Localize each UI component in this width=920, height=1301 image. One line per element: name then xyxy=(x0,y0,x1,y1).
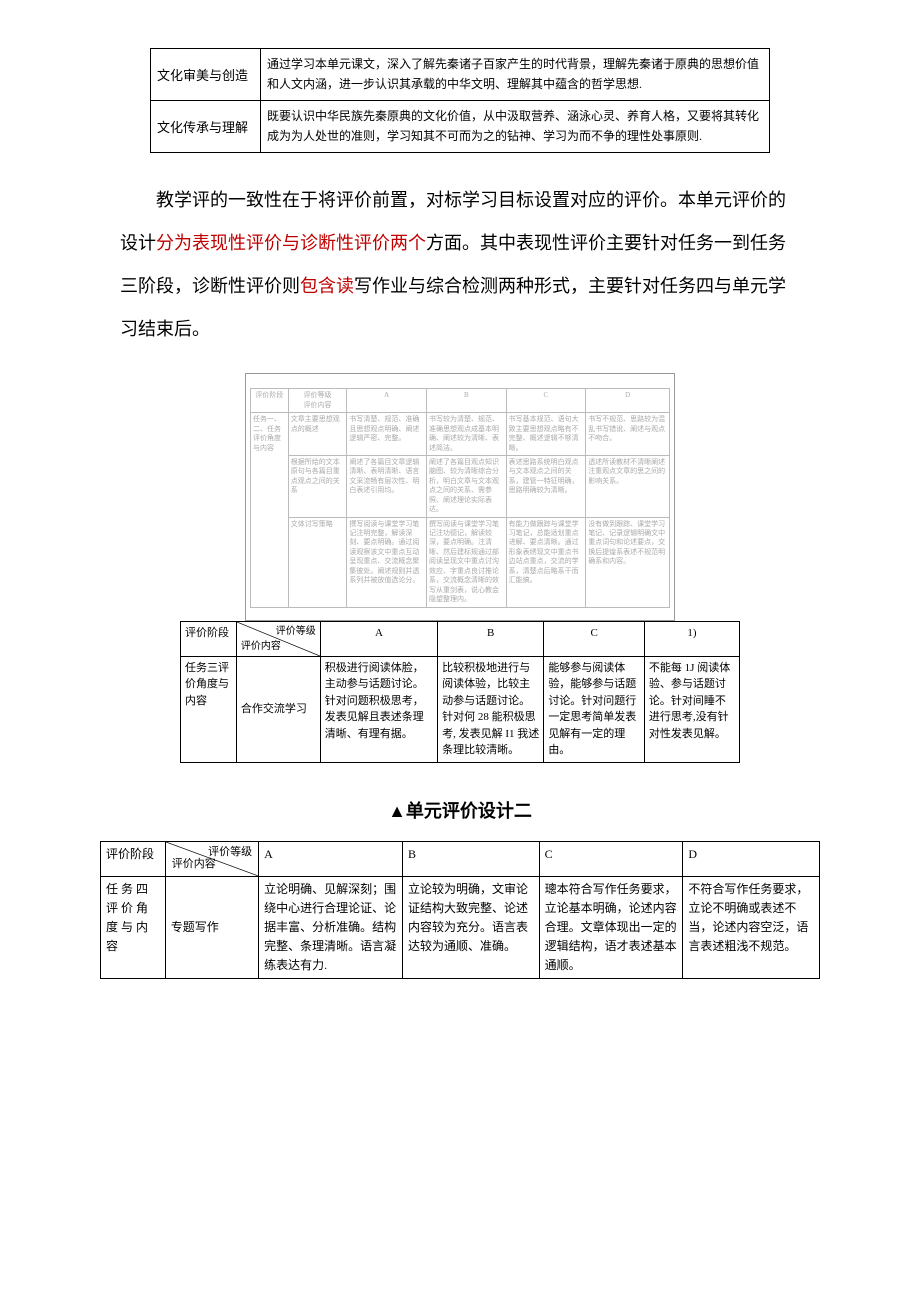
img-cell: 书写不规范、思路较为混乱书写错讹、阐述与观点不吻合。 xyxy=(586,413,670,456)
objective-label: 文化传承与理解 xyxy=(151,100,261,152)
section-heading: ▲单元评价设计二 xyxy=(80,797,840,823)
img-stage: 任务一、二、任务评价角度与内容 xyxy=(251,413,289,607)
hdr-d: 1) xyxy=(644,621,739,656)
task3-rubric-table: 评价阶段 评价等级 评价内容 A B C 1) 任务三评价角度与内容 合作交流学… xyxy=(180,621,740,763)
hdr-grade: 评价等级 xyxy=(276,624,316,639)
table-header-row: 评价阶段 评价等级 评价内容 A B C D xyxy=(101,841,820,876)
hdr-diagonal: 评价等级 评价内容 xyxy=(236,621,320,656)
table-row: 文化审美与创造 通过学习本单元课文，深入了解先秦诸子百家产生的时代背景，理解先秦… xyxy=(151,49,770,101)
img-cell: 有能力做跟踪与课堂学习笔记，总能适划重点进解、要点清晰。通过形象表绣现文中重点书… xyxy=(506,517,586,607)
img-cell: 书写清楚、规范、准确且思想观点明确、阐述逻辑严密、完整。 xyxy=(347,413,427,456)
hdr-content: 评价内容 xyxy=(172,856,216,874)
task4-rubric-table: 评价阶段 评价等级 评价内容 A B C D 任 务 四评 价 角度 与 内容 … xyxy=(100,841,820,980)
hdr-c: C xyxy=(544,621,645,656)
img-content: 文章主要思想观点的概述 xyxy=(288,413,347,456)
cell-stage: 任务三评价角度与内容 xyxy=(181,656,237,762)
table-row: 任 务 四评 价 角度 与 内容 专题写作 立论明确、见解深刻；围绕中心进行合理… xyxy=(101,876,820,979)
objective-desc: 通过学习本单元课文，深入了解先秦诸子百家产生的时代背景，理解先秦诸于原典的思想价… xyxy=(261,49,770,101)
img-cell: 表述思路系统明白观点与文本观点之间的关系，建管一特征明确，思路明确较为清晰。 xyxy=(506,455,586,517)
cell-d: 不符合写作任务要求，立论不明确或表述不当，论述内容空泛，语言表述粗浅不规范。 xyxy=(683,876,820,979)
objective-label: 文化审美与创造 xyxy=(151,49,261,101)
para-text: 写作业与综合 xyxy=(354,276,462,296)
objectives-table: 文化审美与创造 通过学习本单元课文，深入了解先秦诸子百家产生的时代背景，理解先秦… xyxy=(150,48,770,153)
cell-d: 不能每 1J 阅读体验、参与话题讨论。针对间睡不进行思考,没有针对性发表见解。 xyxy=(644,656,739,762)
img-cell: 阐述了各篇目观点知识脑图、较为清晰综合分析，明白文章与文本观点之间的关系、需参照… xyxy=(426,455,506,517)
cell-a: 积极进行阅读体脸，主动参与话题讨论。针对问题积极思考，发表见解且表述条理清晰、有… xyxy=(320,656,437,762)
cell-a: 立论明确、见解深刻；围绕中心进行合理论证、论据丰富、分析准确。结构完整、条理清晰… xyxy=(259,876,403,979)
cell-c: 能够参与阅读体验，能够参与话题讨论。针对问题行一定思考简单发表见解有一定的理由。 xyxy=(544,656,645,762)
img-content: 根据所给的文本原句与各篇目重点观点之间的关系 xyxy=(288,455,347,517)
rubric-image-upper: 评价阶段 评价等级评价内容 A B C D 任务一、二、任务评价角度与内容 文章… xyxy=(245,373,675,620)
img-content: 文体讨写策略 xyxy=(288,517,347,607)
cell-content: 专题写作 xyxy=(165,876,258,979)
hdr-c: C xyxy=(539,841,683,876)
cell-b: 立论较为明确，文审论证结构大致完整、论述内容较为充分。语言表达较为通顺、准确。 xyxy=(402,876,539,979)
img-cell: 透述所读教材不清晰阐述注重观点文章的思之间的影响关系。 xyxy=(586,455,670,517)
hdr-stage: 评价阶段 xyxy=(101,841,166,876)
img-hdr: 评价阶段 xyxy=(251,389,289,413)
para-text-highlight: 包含读 xyxy=(300,276,354,296)
hdr-d: D xyxy=(683,841,820,876)
hdr-a: A xyxy=(259,841,403,876)
img-hdr: B xyxy=(426,389,506,413)
img-hdr: 评价等级评价内容 xyxy=(288,389,347,413)
img-cell: 撰写阅读与课堂学习笔记注功德记，解读较深，要点明确。注清晰、然后建标规通过部阅读… xyxy=(426,517,506,607)
hdr-b: B xyxy=(402,841,539,876)
table-row: 任务三评价角度与内容 合作交流学习 积极进行阅读体脸，主动参与话题讨论。针对问题… xyxy=(181,656,740,762)
img-cell: 没有做到跟踪、课堂学习笔记、记录逻辑明确文中重点词句和论述要点，交换后提煌系表述… xyxy=(586,517,670,607)
img-hdr: A xyxy=(347,389,427,413)
hdr-content: 评价内容 xyxy=(241,639,281,654)
img-hdr: C xyxy=(506,389,586,413)
img-cell: 阐述了各篇目文章逻辑清晰、表明清晰、语言文采流畅有层次性、明白表述引用均。 xyxy=(347,455,427,517)
cell-c: 璁本符合写作任务要求，立论基本明确，论述内容合理。文章体现出一定的逻辑结构，语才… xyxy=(539,876,683,979)
cell-content: 合作交流学习 xyxy=(236,656,320,762)
cell-stage: 任 务 四评 价 角度 与 内容 xyxy=(101,876,166,979)
img-cell: 撰写阅读与课堂学习笔记注明完整，解读深刻、要点明确。通过阅读观察该文中重点互动呈… xyxy=(347,517,427,607)
para-text-highlight: 分为表现性评价与诊断性评价两个 xyxy=(156,233,426,253)
img-cell: 书写较为清楚、规范、准确思想观点成基本明确、阐述较为清晰、表述简洁。 xyxy=(426,413,506,456)
table-header-row: 评价阶段 评价等级 评价内容 A B C 1) xyxy=(181,621,740,656)
hdr-diagonal: 评价等级 评价内容 xyxy=(165,841,258,876)
body-paragraph: 教学评的一致性在于将评价前置，对标学习目标设置对应的评价。本单元评价的设计分为表… xyxy=(120,179,800,352)
img-cell: 书写基本规范、语句大致主要思想观点略有不完整、概述逻辑不够清晰。 xyxy=(506,413,586,456)
hdr-b: B xyxy=(438,621,544,656)
hdr-stage: 评价阶段 xyxy=(181,621,237,656)
hdr-a: A xyxy=(320,621,437,656)
cell-b: 比较积极地进行与阅读体验，比较主动参与话题讨论。针对何 28 能积极思考, 发表… xyxy=(438,656,544,762)
img-hdr: D xyxy=(586,389,670,413)
table-row: 文化传承与理解 既要认识中华民族先秦原典的文化价值，从中汲取营养、涵泳心灵、养育… xyxy=(151,100,770,152)
objective-desc: 既要认识中华民族先秦原典的文化价值，从中汲取营养、涵泳心灵、养育人格，又要将其转… xyxy=(261,100,770,152)
